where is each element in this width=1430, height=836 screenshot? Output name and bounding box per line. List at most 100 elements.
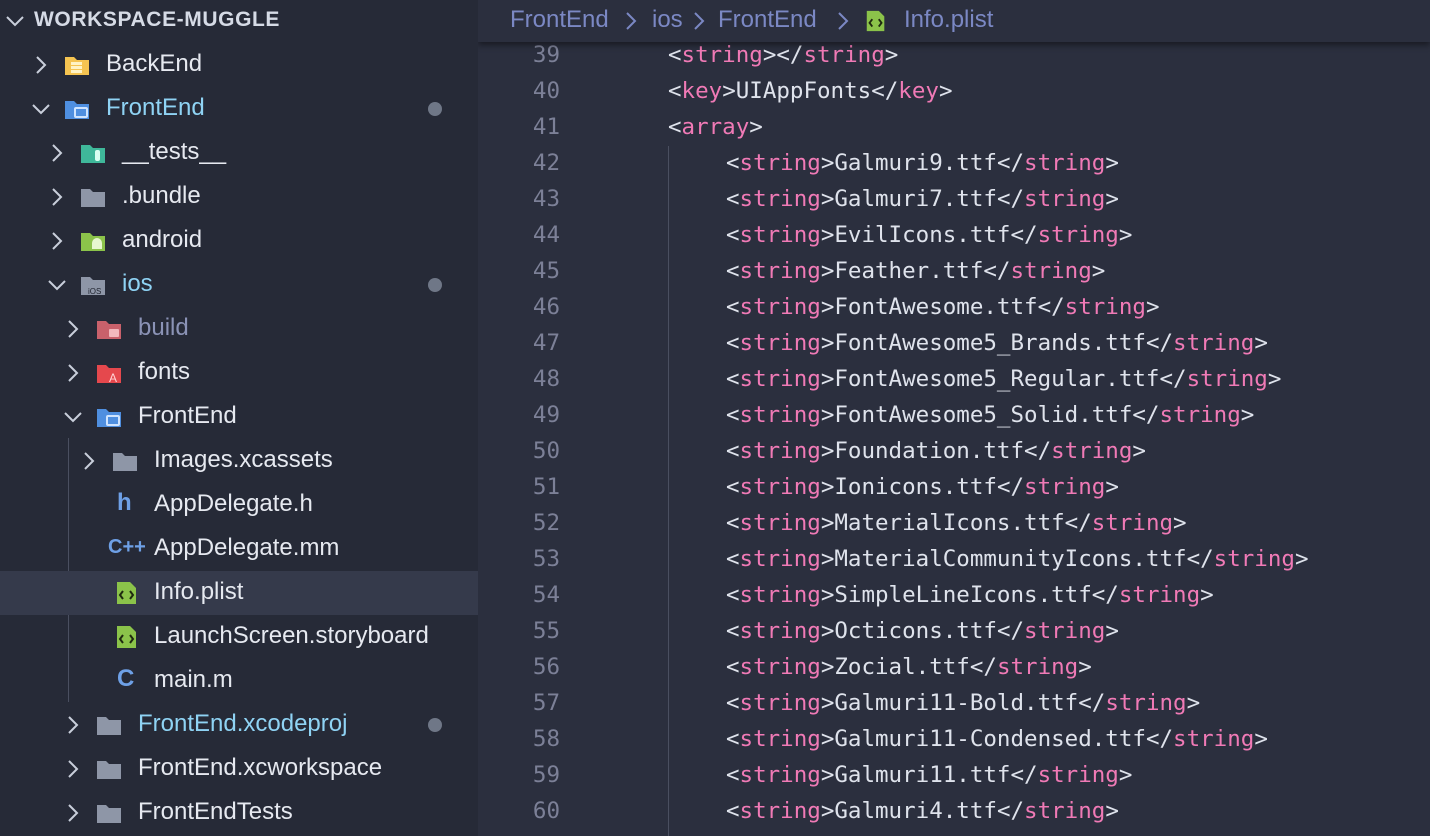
- punctuation: >: [1254, 330, 1268, 356]
- code-text: <string>FontAwesome5_Brands.ttf</string>: [726, 330, 1268, 356]
- code-line[interactable]: 56 <string>Zocial.ttf</string>: [478, 650, 1430, 686]
- code-line[interactable]: 55 <string>Octicons.ttf</string>: [478, 614, 1430, 650]
- code-line[interactable]: 39 <string></string>: [478, 38, 1430, 74]
- line-number: 55: [532, 618, 560, 644]
- code-text: <string>MaterialCommunityIcons.ttf</stri…: [726, 546, 1309, 572]
- line-number: 60: [532, 798, 560, 824]
- tree-item-xcworkspace[interactable]: FrontEnd.xcworkspace: [0, 747, 478, 791]
- chevron-right-icon[interactable]: [62, 362, 84, 384]
- tree-item-ios[interactable]: iOS ios: [0, 263, 478, 307]
- tree-item-backend[interactable]: BackEnd: [0, 43, 478, 87]
- punctuation: >: [1186, 690, 1201, 716]
- tree-item-fonts[interactable]: A fonts: [0, 351, 478, 395]
- code-line[interactable]: 51 <string>Ionicons.ttf</string>: [478, 470, 1430, 506]
- fonts-folder-icon: A: [97, 365, 121, 385]
- code-text: <string>FontAwesome.ttf</string>: [726, 294, 1160, 320]
- xml-tag-open: string: [739, 690, 821, 716]
- line-number: 41: [532, 114, 560, 140]
- code-line[interactable]: 54 <string>SimpleLineIcons.ttf</string>: [478, 578, 1430, 614]
- punctuation: </: [1010, 762, 1038, 788]
- header-file-icon: h: [117, 489, 132, 516]
- code-text: <array>: [668, 114, 763, 140]
- tree-item-main-m[interactable]: C main.m: [0, 659, 478, 703]
- code-line[interactable]: 49 <string>FontAwesome5_Solid.ttf</string…: [478, 398, 1430, 434]
- punctuation: <: [726, 402, 740, 428]
- chevron-down-icon[interactable]: [62, 406, 84, 428]
- tree-item-appdelegate-mm[interactable]: C++ AppDelegate.mm: [0, 527, 478, 571]
- xml-tag-close: string: [803, 42, 885, 68]
- tree-item-frontend[interactable]: FrontEnd: [0, 87, 478, 131]
- chevron-right-icon[interactable]: [30, 54, 52, 76]
- breadcrumb-item[interactable]: Info.plist: [904, 6, 993, 34]
- tree-item-bundle[interactable]: .bundle: [0, 175, 478, 219]
- tree-label: Images.xcassets: [154, 446, 333, 473]
- code-line[interactable]: 46 <string>FontAwesome.ttf</string>: [478, 290, 1430, 326]
- tree-item-info-plist[interactable]: Info.plist: [0, 571, 478, 615]
- punctuation: >: [1267, 366, 1282, 392]
- tree-item-xcodeproj[interactable]: FrontEnd.xcodeproj: [0, 703, 478, 747]
- frontend-folder-icon: [65, 101, 89, 119]
- tree-item-appdelegate-h[interactable]: h AppDelegate.h: [0, 483, 478, 527]
- tree-item-tests[interactable]: __tests__: [0, 131, 478, 175]
- code-text: <string>FontAwesome5_Solid.ttf</string>: [726, 402, 1254, 428]
- punctuation: >: [1105, 618, 1119, 644]
- tree-label: android: [122, 226, 203, 253]
- breadcrumb-item[interactable]: FrontEnd: [510, 6, 609, 34]
- code-line[interactable]: 59 <string>Galmuri11.ttf</string>: [478, 758, 1430, 794]
- tree-item-android[interactable]: android: [0, 219, 478, 263]
- code-line[interactable]: 42 <string>Galmuri9.ttf</string>: [478, 146, 1430, 182]
- xml-tag-close: string: [1091, 510, 1174, 536]
- chevron-right-icon[interactable]: [78, 450, 100, 472]
- xml-text: SimpleLineIcons.ttf: [834, 582, 1092, 608]
- breadcrumb-item[interactable]: FrontEnd: [718, 6, 817, 34]
- tree-item-images-xcassets[interactable]: Images.xcassets: [0, 439, 478, 483]
- code-line[interactable]: 48 <string>FontAwesome5_Regular.ttf</stri…: [478, 362, 1430, 398]
- line-number: 40: [532, 78, 560, 104]
- punctuation: </: [776, 42, 804, 68]
- chevron-right-icon[interactable]: [62, 802, 84, 824]
- code-line[interactable]: 41 <array>: [478, 110, 1430, 146]
- code-editor[interactable]: FrontEnd ios FrontEnd Info.plist 39 <stri…: [478, 0, 1430, 836]
- chevron-right-icon[interactable]: [46, 186, 68, 208]
- punctuation: >: [762, 42, 777, 68]
- xml-text: EvilIcons.ttf: [834, 222, 1011, 248]
- chevron-right-icon[interactable]: [62, 318, 84, 340]
- tree-item-frontendtests[interactable]: FrontEndTests: [0, 791, 478, 835]
- test-folder-icon: [81, 145, 105, 163]
- chevron-down-icon[interactable]: [30, 98, 52, 120]
- backend-folder-icon: [65, 57, 89, 75]
- folder-icon: [97, 761, 121, 779]
- chevron-down-icon[interactable]: [46, 274, 68, 296]
- code-line[interactable]: 50 <string>Foundation.ttf</string>: [478, 434, 1430, 470]
- chevron-right-icon[interactable]: [46, 142, 68, 164]
- xml-text: FontAwesome5_Brands.ttf: [834, 330, 1146, 356]
- code-line[interactable]: 47 <string>FontAwesome5_Brands.ttf</strin…: [478, 326, 1430, 362]
- punctuation: </: [1037, 294, 1065, 320]
- code-line[interactable]: 44 <string>EvilIcons.ttf</string>: [478, 218, 1430, 254]
- code-line[interactable]: 57 <string>Galmuri11-Bold.ttf</string>: [478, 686, 1430, 722]
- code-line[interactable]: 45 <string>Feather.ttf</string>: [478, 254, 1430, 290]
- xml-tag-close: key: [898, 78, 939, 104]
- code-text: <string>Galmuri9.ttf</string>: [726, 150, 1119, 176]
- punctuation: >: [1105, 474, 1119, 500]
- breadcrumb-item[interactable]: ios: [652, 6, 683, 34]
- tree-item-frontend-nested[interactable]: FrontEnd: [0, 395, 478, 439]
- chevron-down-icon[interactable]: [4, 10, 26, 32]
- chevron-right-icon[interactable]: [62, 714, 84, 736]
- code-line[interactable]: 58 <string>Galmuri11-Condensed.ttf</strin…: [478, 722, 1430, 758]
- tree-item-build[interactable]: build: [0, 307, 478, 351]
- code-text: <string>Zocial.ttf</string>: [726, 654, 1092, 680]
- code-line[interactable]: 53 <string>MaterialCommunityIcons.ttf</st…: [478, 542, 1430, 578]
- workspace-header[interactable]: WORKSPACE-MUGGLE: [0, 0, 478, 42]
- chevron-right-icon[interactable]: [62, 758, 84, 780]
- line-number: 54: [532, 582, 560, 608]
- chevron-right-icon[interactable]: [46, 230, 68, 252]
- code-line[interactable]: 52 <string>MaterialIcons.ttf</string>: [478, 506, 1430, 542]
- xml-text: Feather.ttf: [834, 258, 984, 284]
- code-line[interactable]: 60 <string>Galmuri4.ttf</string>: [478, 794, 1430, 830]
- tree-item-launchscreen[interactable]: LaunchScreen.storyboard: [0, 615, 478, 659]
- punctuation: <: [726, 294, 740, 320]
- code-line[interactable]: 40 <key>UIAppFonts</key>: [478, 74, 1430, 110]
- code-line[interactable]: 43 <string>Galmuri7.ttf</string>: [478, 182, 1430, 218]
- punctuation: >: [1118, 762, 1133, 788]
